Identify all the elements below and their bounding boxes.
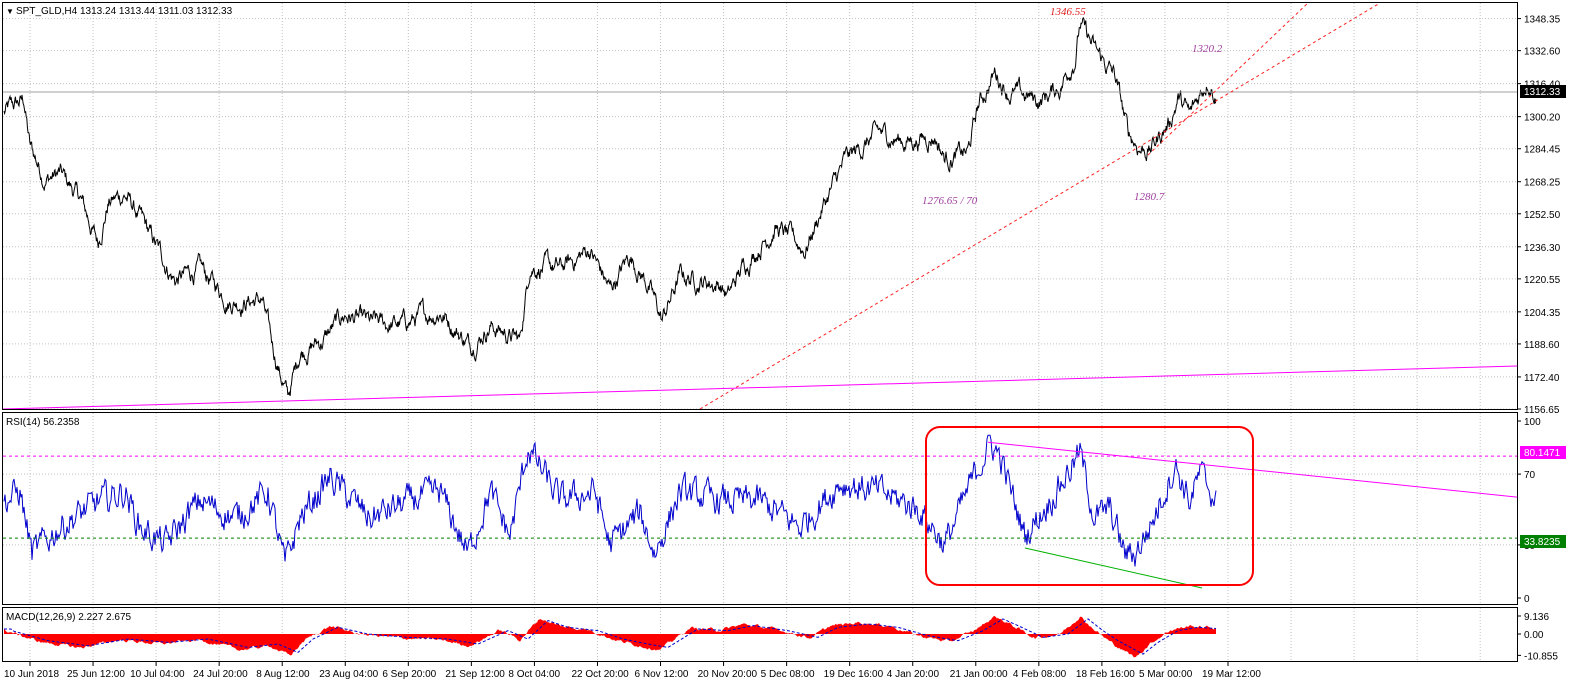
rsi-series xyxy=(3,434,1217,567)
time-axis-label: 20 Nov 20:00 xyxy=(698,669,758,680)
time-axis-label: 5 Mar 00:00 xyxy=(1139,669,1193,680)
rsi-divergence-line xyxy=(1024,547,1203,589)
ohlc-values: 1313.24 1313.44 1311.03 1312.33 xyxy=(80,6,233,17)
price-axis-label: 1156.65 xyxy=(1524,405,1560,416)
rsi-upper-value: 80.1471 xyxy=(1524,448,1561,459)
long-term-trend-line xyxy=(2,365,1518,410)
time-axis-label: 4 Feb 08:00 xyxy=(1013,669,1067,680)
price-axis-label: 1348.35 xyxy=(1524,15,1561,26)
time-axis-label: 19 Mar 12:00 xyxy=(1202,669,1261,680)
rsi-lower-value: 33.8235 xyxy=(1524,537,1561,548)
time-axis-label: 5 Dec 08:00 xyxy=(761,669,815,680)
annotation-mar-low: 1280.7 xyxy=(1134,191,1165,203)
time-axis-label: 25 Jun 12:00 xyxy=(67,669,125,680)
price-axis-label: 1220.55 xyxy=(1524,275,1561,286)
time-axis-label: 21 Sep 12:00 xyxy=(445,669,505,680)
time-axis-label: 8 Oct 04:00 xyxy=(508,669,560,680)
time-axis-label: 10 Jul 04:00 xyxy=(130,669,185,680)
price-axis-label: 1268.25 xyxy=(1524,178,1561,189)
macd-histogram-area xyxy=(4,615,1216,658)
price-axis-label: 1188.60 xyxy=(1524,340,1560,351)
rsi-pane-frame xyxy=(2,412,1518,605)
axes-layer: 1348.351332.601316.401300.201284.451268.… xyxy=(4,15,1561,680)
time-axis-label: 10 Jun 2018 xyxy=(4,669,59,680)
time-axis-label: 19 Dec 16:00 xyxy=(824,669,884,680)
macd-axis-label: -10.855 xyxy=(1524,651,1558,662)
macd-histogram xyxy=(4,615,1217,658)
trend-lines xyxy=(2,2,1518,589)
symbol-label: SPT_GLD,H4 xyxy=(16,6,78,17)
annotation-top: 1346.55 xyxy=(1050,6,1086,18)
terminal-chart-window: 1348.351332.601316.401300.201284.451268.… xyxy=(0,0,1596,696)
main-pane-frame xyxy=(2,2,1518,410)
time-axis-label: 8 Aug 12:00 xyxy=(256,669,310,680)
rsi-axis-label: 0 xyxy=(1524,594,1530,605)
macd-label: MACD(12,26,9) 2.227 2.675 xyxy=(6,612,132,623)
time-axis-label: 23 Aug 04:00 xyxy=(319,669,378,680)
time-axis-label: 4 Jan 20:00 xyxy=(887,669,940,680)
current-price-value: 1312.33 xyxy=(1524,87,1561,98)
macd-axis-label: 9.136 xyxy=(1524,612,1549,623)
time-axis-label: 6 Nov 12:00 xyxy=(635,669,689,680)
price-axis-label: 1284.45 xyxy=(1524,145,1561,156)
time-axis-label: 22 Oct 20:00 xyxy=(571,669,629,680)
price-axis-label: 1332.60 xyxy=(1524,47,1561,58)
rsi-axis-label: 100 xyxy=(1524,417,1541,428)
divergence-highlight-box xyxy=(925,426,1254,586)
price-axis-label: 1172.40 xyxy=(1524,373,1560,384)
macd-axis-label: 0.00 xyxy=(1524,630,1544,641)
rsi-line xyxy=(3,434,1217,567)
time-axis-label: 24 Jul 20:00 xyxy=(193,669,248,680)
rsi-axis-label: 70 xyxy=(1524,470,1536,481)
annotation-right-high: 1320.2 xyxy=(1192,43,1223,55)
rsi-label: RSI(14) 56.2358 xyxy=(6,417,80,428)
price-axis-label: 1204.35 xyxy=(1524,308,1561,319)
price-line xyxy=(3,17,1217,396)
price-axis-label: 1236.30 xyxy=(1524,243,1561,254)
price-axis-label: 1252.50 xyxy=(1524,210,1561,221)
price-chart[interactable]: 1348.351332.601316.401300.201284.451268.… xyxy=(0,0,1596,696)
grid-layer xyxy=(3,3,1517,661)
time-axis-label: 6 Sep 20:00 xyxy=(382,669,436,680)
channel-lower-line xyxy=(699,2,1381,410)
annotation-jan-low: 1276.65 / 70 xyxy=(922,195,978,207)
dropdown-marker-icon[interactable]: ▼ xyxy=(6,7,14,16)
price-axis-label: 1300.20 xyxy=(1524,113,1561,124)
time-axis-label: 18 Feb 16:00 xyxy=(1076,669,1135,680)
time-axis-label: 21 Jan 00:00 xyxy=(950,669,1008,680)
price-series xyxy=(3,17,1217,396)
